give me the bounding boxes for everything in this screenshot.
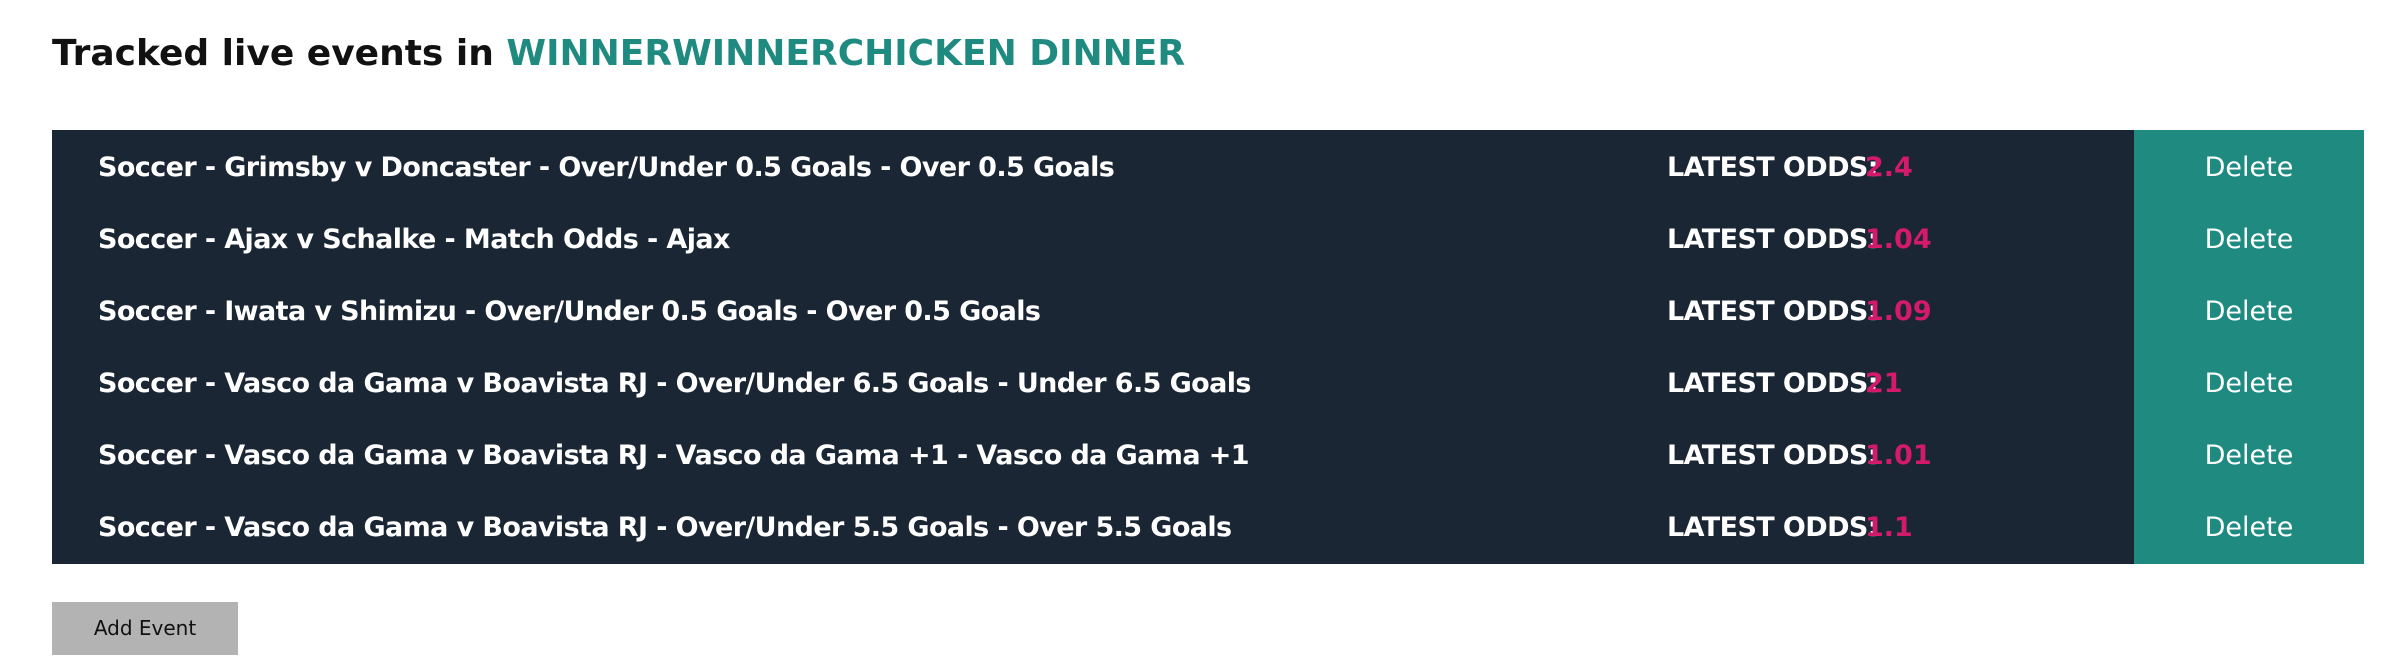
odds-label: LATEST ODDS: [1667, 440, 1879, 471]
event-row: Soccer - Iwata v Shimizu - Over/Under 0.… [52, 276, 2134, 348]
event-row: Soccer - Grimsby v Doncaster - Over/Unde… [52, 132, 2134, 204]
delete-button[interactable]: Delete [2134, 348, 2364, 420]
event-row: Soccer - Vasco da Gama v Boavista RJ - V… [52, 420, 2134, 492]
odds-value: 1.09 [1865, 296, 1932, 327]
odds-label: LATEST ODDS: [1667, 296, 1879, 327]
event-row: Soccer - Vasco da Gama v Boavista RJ - O… [52, 348, 2134, 420]
odds-value: 1.04 [1865, 224, 1932, 255]
page-title-highlight: WINNERWINNERCHICKEN DINNER [506, 33, 1186, 74]
odds-value: 1.01 [1865, 440, 1932, 471]
event-name: Soccer - Vasco da Gama v Boavista RJ - O… [98, 512, 1232, 543]
delete-button[interactable]: Delete [2134, 204, 2364, 276]
event-row: Soccer - Ajax v Schalke - Match Odds - A… [52, 204, 2134, 276]
odds-value: 21 [1865, 368, 1903, 399]
event-name: Soccer - Iwata v Shimizu - Over/Under 0.… [98, 296, 1041, 327]
add-event-button[interactable]: Add Event [52, 602, 238, 655]
events-table: Soccer - Grimsby v Doncaster - Over/Unde… [52, 130, 2364, 564]
odds-label: LATEST ODDS: [1667, 512, 1879, 543]
event-name: Soccer - Grimsby v Doncaster - Over/Unde… [98, 152, 1115, 183]
event-name: Soccer - Vasco da Gama v Boavista RJ - V… [98, 440, 1250, 471]
delete-button[interactable]: Delete [2134, 276, 2364, 348]
event-name: Soccer - Vasco da Gama v Boavista RJ - O… [98, 368, 1251, 399]
event-name: Soccer - Ajax v Schalke - Match Odds - A… [98, 224, 730, 255]
odds-label: LATEST ODDS: [1667, 224, 1879, 255]
page-title-prefix: Tracked live events in [52, 33, 494, 74]
odds-value: 1.1 [1865, 512, 1913, 543]
delete-button[interactable]: Delete [2134, 492, 2364, 564]
odds-label: LATEST ODDS: [1667, 152, 1879, 183]
event-row: Soccer - Vasco da Gama v Boavista RJ - O… [52, 492, 2134, 564]
odds-value: 2.4 [1865, 152, 1913, 183]
delete-button[interactable]: Delete [2134, 132, 2364, 204]
odds-label: LATEST ODDS: [1667, 368, 1879, 399]
delete-button[interactable]: Delete [2134, 420, 2364, 492]
delete-column: Delete Delete Delete Delete Delete Delet… [2134, 130, 2364, 564]
event-list: Soccer - Grimsby v Doncaster - Over/Unde… [52, 130, 2134, 564]
page-title: Tracked live events in WINNERWINNERCHICK… [52, 30, 1185, 78]
